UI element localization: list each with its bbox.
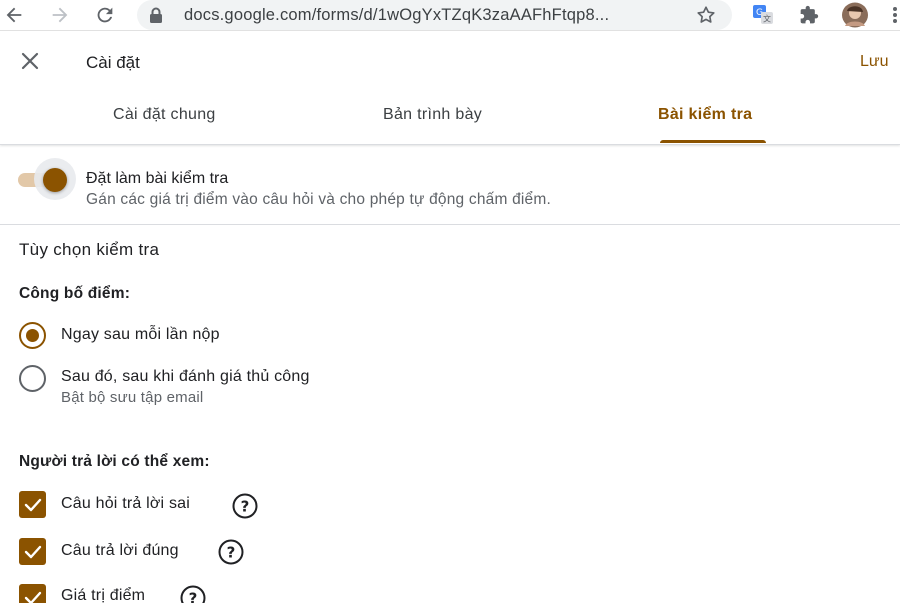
quiz-options-title: Tùy chọn kiểm tra (19, 240, 160, 259)
svg-text:?: ? (241, 498, 250, 516)
browser-toolbar: docs.google.com/forms/d/1wOgYxTZqK3zaAAF… (0, 0, 900, 31)
help-icon[interactable]: ? (217, 538, 245, 566)
radio-later-sublabel: Bật bộ sưu tập email (61, 389, 204, 406)
tab-general[interactable]: Cài đặt chung (113, 106, 216, 124)
settings-header: Cài đặt Lưu Cài đặt chung Bản trình bày … (0, 31, 900, 145)
checkbox-point-values[interactable] (19, 584, 46, 603)
radio-later[interactable] (19, 365, 46, 392)
active-tab-indicator (660, 140, 766, 143)
divider (0, 224, 900, 225)
reload-icon[interactable] (93, 3, 117, 27)
radio-immediately[interactable] (19, 322, 46, 349)
svg-text:文: 文 (763, 14, 771, 24)
address-bar[interactable]: docs.google.com/forms/d/1wOgYxTZqK3zaAAF… (137, 0, 732, 30)
close-button[interactable] (14, 47, 46, 79)
tab-presentation[interactable]: Bản trình bày (383, 106, 482, 124)
svg-text:?: ? (227, 544, 236, 562)
tab-quizzes[interactable]: Bài kiểm tra (658, 106, 752, 124)
svg-text:?: ? (189, 590, 198, 603)
check-icon (24, 498, 41, 511)
respondent-can-see-heading: Người trả lời có thể xem: (19, 453, 210, 470)
radio-immediately-label[interactable]: Ngay sau mỗi lần nộp (61, 326, 220, 344)
url-text: docs.google.com/forms/d/1wOgYxTZqK3zaAAF… (184, 6, 610, 24)
lock-icon (149, 7, 163, 28)
back-arrow-icon[interactable] (2, 3, 26, 27)
make-quiz-description: Gán các giá trị điểm vào câu hỏi và cho … (86, 191, 551, 208)
check-icon (24, 591, 41, 603)
checkbox-point-values-label[interactable]: Giá trị điểm (61, 587, 145, 603)
checkbox-correct-answers[interactable] (19, 538, 46, 565)
checkbox-correct-answers-label[interactable]: Câu trả lời đúng (61, 542, 179, 560)
star-icon[interactable] (695, 4, 717, 31)
release-grade-heading: Công bố điểm: (19, 285, 131, 302)
toggle-thumb (43, 168, 67, 192)
checkbox-missed-questions[interactable] (19, 491, 46, 518)
help-icon[interactable]: ? (179, 584, 207, 603)
extensions-icon[interactable] (797, 3, 821, 27)
check-icon (24, 545, 41, 558)
dialog-title: Cài đặt (86, 53, 140, 72)
avatar[interactable] (840, 2, 870, 28)
checkbox-missed-questions-label[interactable]: Câu hỏi trả lời sai (61, 495, 190, 513)
forward-arrow-icon[interactable] (48, 3, 72, 27)
make-quiz-label: Đặt làm bài kiểm tra (86, 170, 229, 187)
close-icon (20, 51, 40, 76)
menu-dots-icon[interactable] (890, 3, 900, 27)
translate-icon[interactable]: G文 (751, 3, 775, 27)
radio-later-label[interactable]: Sau đó, sau khi đánh giá thủ công (61, 368, 310, 386)
help-icon[interactable]: ? (231, 492, 259, 520)
make-quiz-toggle[interactable] (16, 158, 76, 200)
save-button[interactable]: Lưu (860, 53, 889, 71)
